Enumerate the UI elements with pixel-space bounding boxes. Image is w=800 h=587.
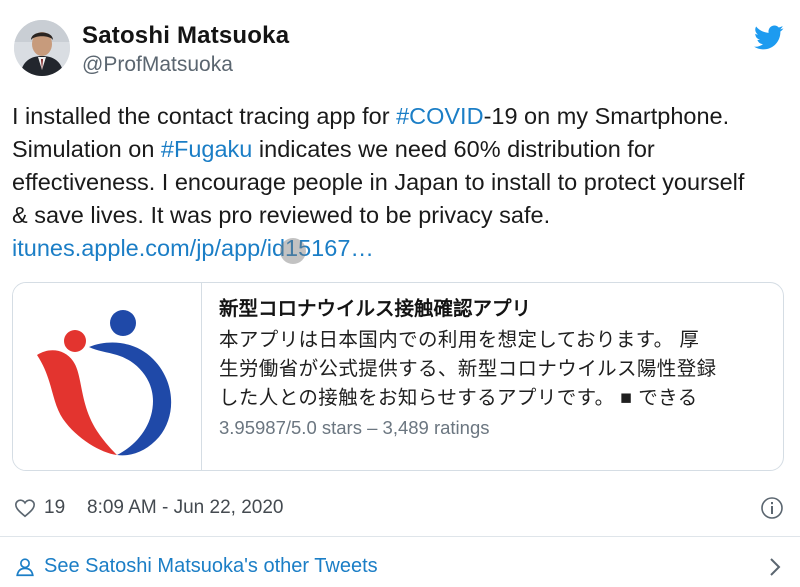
author-name[interactable]: Satoshi Matsuoka: [82, 22, 289, 50]
card-thumbnail[interactable]: [13, 283, 202, 470]
avatar-portrait: [14, 20, 70, 76]
tweet-line-2: Simulation on #Fugaku indicates we need …: [12, 133, 792, 166]
tweet-text-segment: indicates we need 60% distribution for: [252, 136, 655, 162]
info-icon[interactable]: [760, 496, 784, 520]
divider: [0, 536, 800, 537]
tweet-embed: Satoshi Matsuoka @ProfMatsuoka I install…: [0, 0, 800, 587]
chevron-right-icon: [770, 558, 781, 576]
tweet-line-1: I installed the contact tracing app for …: [12, 100, 792, 133]
tweet-text-segment: I installed the contact tracing app for: [12, 103, 397, 129]
tweet-meta-row: 19 8:09 AM - Jun 22, 2020: [14, 494, 786, 522]
person-icon: [16, 558, 34, 577]
tweet-text-segment: Simulation on: [12, 136, 161, 162]
avatar[interactable]: [14, 20, 70, 76]
card-description: 本アプリは日本国内での利用を想定しております。 厚 生労働省が公式提供する、新型…: [219, 326, 771, 413]
tweet-timestamp[interactable]: 8:09 AM - Jun 22, 2020: [87, 497, 283, 519]
author-handle[interactable]: @ProfMatsuoka: [82, 53, 233, 77]
heart-icon[interactable]: [14, 497, 36, 519]
touch-indicator: [280, 238, 306, 264]
tweet-text: I installed the contact tracing app for …: [12, 100, 792, 265]
card-description-line: 生労働省が公式提供する、新型コロナウイルス陽性登録: [219, 358, 717, 380]
cocoa-heart-logo-icon: [37, 310, 172, 456]
like-count[interactable]: 19: [44, 497, 65, 519]
hashtag-fugaku[interactable]: #Fugaku: [161, 136, 252, 162]
see-other-tweets-label: See Satoshi Matsuoka's other Tweets: [44, 555, 378, 577]
card-description-line: した人との接触をお知らせするアプリです。 ■ できる: [219, 387, 698, 409]
card-title[interactable]: 新型コロナウイルス接触確認アプリ: [219, 295, 771, 323]
tweet-text-segment: -19 on my Smartphone.: [483, 103, 730, 129]
see-other-tweets-link[interactable]: See Satoshi Matsuoka's other Tweets: [14, 552, 786, 582]
tweet-line-4: & save lives. It was pro reviewed to be …: [12, 202, 551, 228]
tweet-line-3: effectiveness. I encourage people in Jap…: [12, 169, 745, 195]
link-preview-card[interactable]: 新型コロナウイルス接触確認アプリ 本アプリは日本国内での利用を想定しております。…: [12, 282, 784, 471]
twitter-bird-icon[interactable]: [754, 22, 784, 52]
card-body: 新型コロナウイルス接触確認アプリ 本アプリは日本国内での利用を想定しております。…: [219, 295, 771, 441]
card-description-line: 本アプリは日本国内での利用を想定しております。 厚: [219, 329, 700, 351]
hashtag-covid[interactable]: #COVID: [396, 103, 484, 129]
app-store-link[interactable]: itunes.apple.com/jp/app/id15167…: [12, 232, 792, 265]
card-rating: 3.95987/5.0 stars – 3,489 ratings: [219, 417, 490, 438]
